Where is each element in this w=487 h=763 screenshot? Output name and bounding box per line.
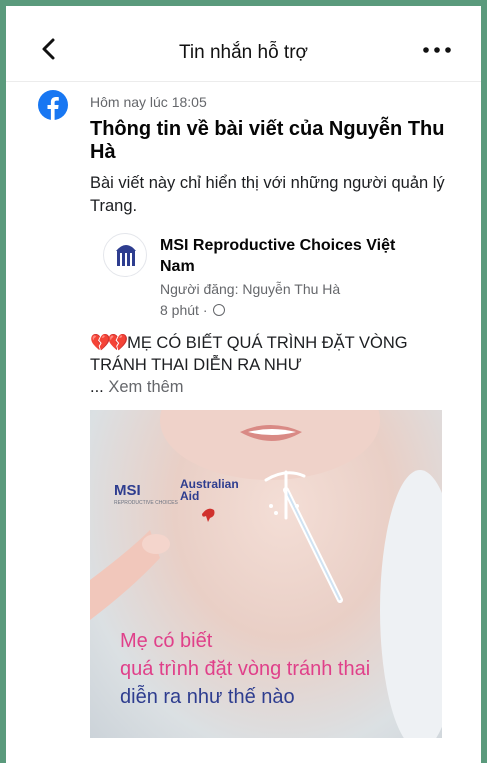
posted-by: Người đăng: Nguyễn Thu Hà [160, 281, 341, 297]
message-description: Bài viết này chỉ hiển thị với những ngườ… [90, 174, 445, 215]
post-body: MẸ CÓ BIẾT QUÁ TRÌNH ĐẶT VÒNG TRÁNH THAI… [90, 334, 408, 374]
australian-aid-logo: Australian Aid [180, 478, 239, 502]
message-timestamp: Hôm nay lúc 18:05 [90, 94, 207, 110]
msi-logo: MSI [114, 482, 141, 499]
image-caption-3: diễn ra như thế nào [120, 686, 295, 708]
image-caption-2: quá trình đặt vòng tránh thai [120, 658, 371, 680]
page-avatar[interactable] [103, 233, 147, 277]
image-caption-1: Mẹ có biết [120, 630, 213, 652]
message-heading: Thông tin về bài viết của Nguyễn Thu Hà [90, 118, 445, 163]
more-dots-icon[interactable] [421, 38, 453, 58]
aus-line-2: Aid [180, 489, 200, 503]
msi-logo-sub: REPRODUCTIVE CHOICES [114, 500, 178, 506]
top-bar: Tin nhắn hỗ trợ [6, 6, 481, 82]
see-more-link[interactable]: Xem thêm [108, 378, 183, 396]
page-title: Tin nhắn hỗ trợ [179, 42, 308, 63]
page-name[interactable]: MSI Reproductive Choices Việt Nam [160, 235, 420, 277]
post-ellipsis: ... [90, 378, 109, 396]
msi-logo-icon [116, 245, 136, 266]
post-text: 💔💔 MẸ CÓ BIẾT QUÁ TRÌNH ĐẶT VÒNG TRÁNH TH… [90, 332, 450, 398]
post-image[interactable]: MSI REPRODUCTIVE CHOICES Australian Aid M… [90, 410, 442, 738]
post-age: 8 phút · [160, 302, 226, 318]
screen: Tin nhắn hỗ trợ Hôm nay lúc 18:05 Thông … [6, 6, 481, 763]
facebook-icon [38, 90, 68, 120]
globe-icon [213, 304, 226, 316]
post-age-text: 8 phút · [160, 302, 208, 318]
broken-heart-icon: 💔💔 [90, 334, 128, 352]
